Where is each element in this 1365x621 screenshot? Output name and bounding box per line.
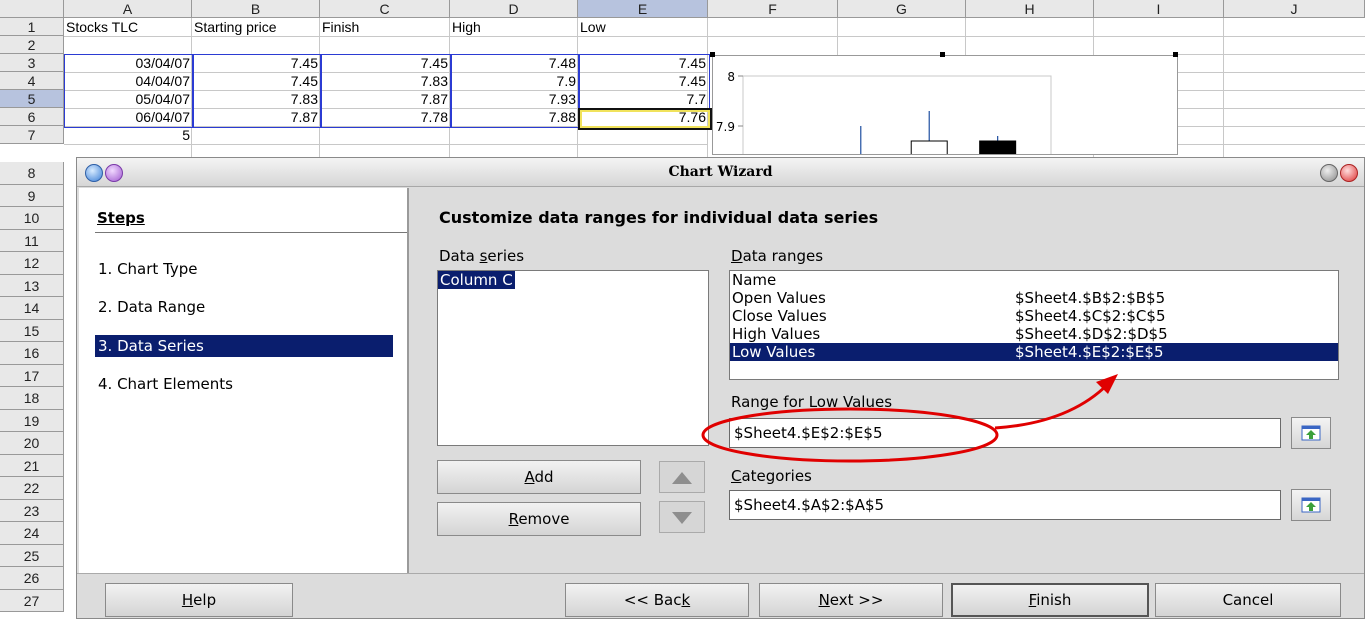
red-annotation [701,374,1118,463]
annotation-ellipse [701,407,999,463]
annotation-arrow-line [994,382,1110,430]
